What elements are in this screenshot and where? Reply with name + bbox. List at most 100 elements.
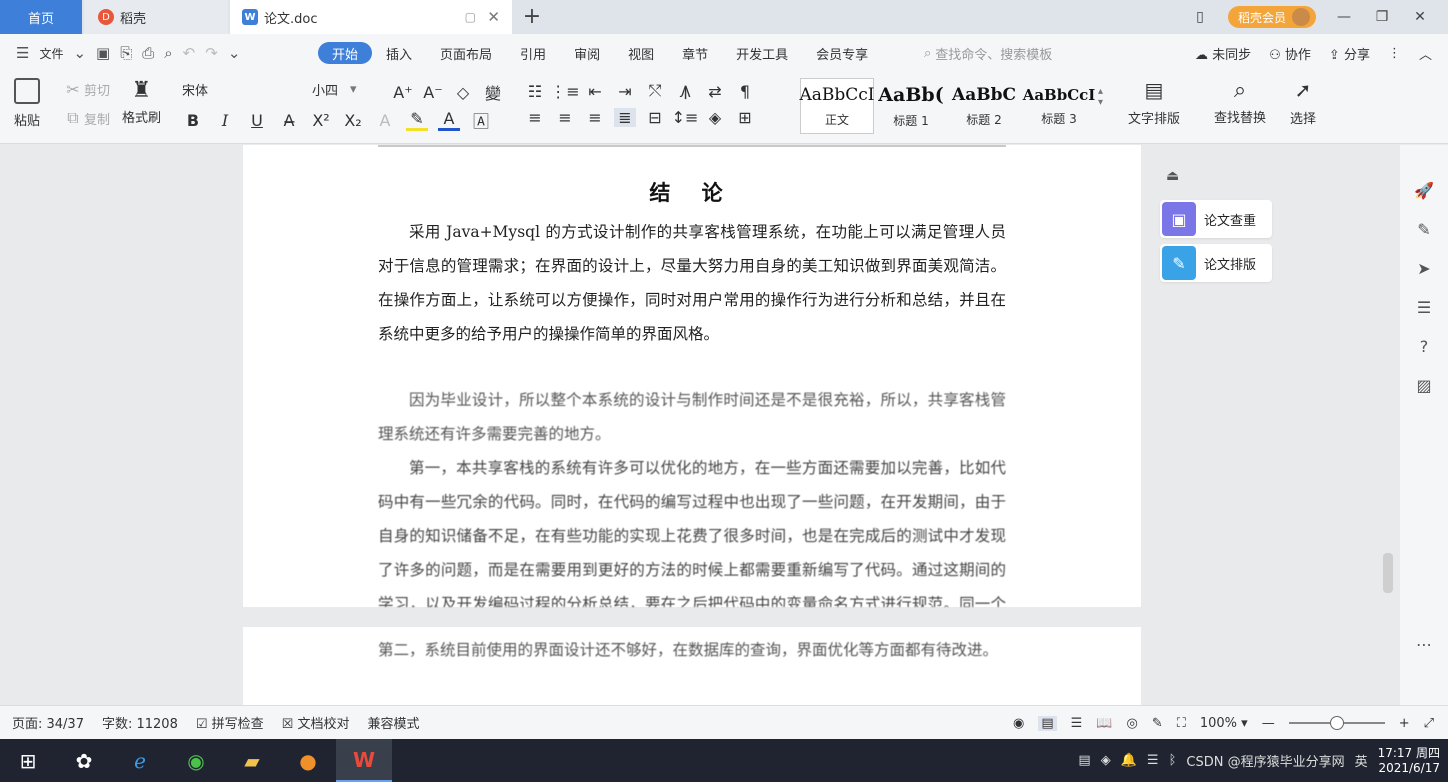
format-painter-button[interactable]: ♜ 格式刷 [122,78,161,126]
increase-indent-icon[interactable]: ⇥ [614,82,636,101]
tray-bell-icon[interactable]: 🔔 [1121,753,1137,768]
tab-references[interactable]: 引用 [506,42,560,64]
bullet-list-icon[interactable]: ☷ [524,82,546,101]
image-icon[interactable]: ▨ [1416,376,1431,395]
outline-view-icon[interactable]: ☰ [1071,716,1083,731]
text-direction-icon[interactable]: Ꙟ [674,80,696,102]
tray-bluetooth-icon[interactable]: ᛒ [1169,753,1177,768]
font-size-select[interactable]: 小四 ▾ [312,80,382,99]
more-options-icon[interactable]: ⋯ [1416,635,1432,654]
ime-indicator[interactable]: 英 [1355,751,1368,770]
pen-icon[interactable]: ✎ [1417,220,1430,239]
hamburger-icon[interactable]: ☰ [16,44,29,62]
styles-more-button[interactable]: ▴ ▾ [1098,86,1103,108]
italic-icon[interactable]: I [214,111,236,130]
thesis-check-button[interactable]: ▣ 论文查重 [1160,200,1272,238]
edit-pen-icon[interactable]: ✎ [1152,716,1163,731]
tab-document[interactable]: W 论文.doc ▢ ✕ [230,0,512,34]
collab-button[interactable]: ⚇ 协作 [1269,44,1311,63]
tab-page-layout[interactable]: 页面布局 [426,42,506,64]
windows-start-icon[interactable]: ⊞ [0,739,56,782]
tab-home[interactable]: 首页 [0,0,82,34]
close-tab-icon[interactable]: ✕ [487,8,500,26]
tab-insert[interactable]: 插入 [372,42,426,64]
zoom-out-button[interactable]: — [1262,716,1275,731]
align-center-icon[interactable]: ≡ [554,108,576,127]
pin-icon[interactable]: ▢ [465,10,476,24]
subscript-icon[interactable]: X₂ [342,111,364,130]
vertical-scrollbar[interactable] [1380,145,1396,705]
page-indicator[interactable]: 页面: 34/37 [12,713,84,732]
wps-taskbar-icon[interactable]: W [336,739,392,782]
style-heading1[interactable]: AaBb( 标题 1 [876,78,946,134]
page-view-icon[interactable]: ▤ [1038,715,1057,731]
tab-review[interactable]: 审阅 [560,42,614,64]
fullscreen-icon[interactable]: ⤢ [1424,716,1434,731]
document-page-next[interactable]: 第二，系统目前使用的界面设计还不够好，在数据库的查询，界面优化等方面都有待改进。 [243,627,1141,705]
redo-icon[interactable]: ↷ [205,44,218,62]
font-color-icon[interactable]: A [438,109,460,131]
minimize-button[interactable]: — [1334,9,1354,25]
file-menu[interactable]: 文件 [39,45,63,62]
print-icon[interactable]: ⎙ [142,44,154,62]
document-page[interactable]: 结 论 采用 Java+Mysql 的方式设计制作的共享客栈管理系统，在功能上可… [243,145,1141,607]
collapse-ribbon-icon[interactable]: ︿ [1419,44,1432,63]
bold-icon[interactable]: B [182,111,204,130]
command-search[interactable]: ⌕ 查找命令、搜索模板 [924,34,1052,72]
save-icon[interactable]: ▣ [96,44,110,62]
app-orange-icon[interactable]: ● [280,739,336,782]
collapse-pane-icon[interactable]: ⏏ [1166,168,1179,184]
zoom-slider-knob[interactable] [1329,716,1344,730]
shading-icon[interactable]: ◈ [704,108,726,127]
style-normal[interactable]: AaBbCcI 正文 [799,78,875,134]
sort-icon[interactable]: ⇄ [704,82,726,101]
font-name-select[interactable]: 宋体 [182,80,292,99]
underline-icon[interactable]: U [246,111,268,130]
tab-view[interactable]: 视图 [614,42,668,64]
align-left-icon[interactable]: ≡ [524,108,546,127]
numbered-list-icon[interactable]: ⋮≡ [550,82,579,101]
ie-browser-icon[interactable]: ℯ [112,739,168,782]
eye-icon[interactable]: ◉ [1013,716,1024,731]
copy-button[interactable]: ⧉ 复制 [62,108,110,128]
line-spacing-icon[interactable]: ↕≡ [672,108,699,127]
tab-member[interactable]: 会员专享 [802,42,882,64]
zoom-in-button[interactable]: + [1399,716,1410,731]
file-explorer-icon[interactable]: ▰ [224,739,280,782]
zoom-slider[interactable] [1288,716,1385,730]
char-border-icon[interactable]: 🄰 [470,108,492,132]
chevron-down-icon[interactable]: ⌄ [73,44,86,62]
tab-developer[interactable]: 开发工具 [722,42,802,64]
undo-icon[interactable]: ↶ [183,44,196,62]
more-chevron-icon[interactable]: ⌄ [228,44,241,62]
more-icon[interactable]: ⋮ [1388,46,1401,61]
cut-button[interactable]: ✂ 剪切 [62,80,110,99]
grow-font-icon[interactable]: A⁺ [392,83,414,102]
member-badge[interactable]: 稻壳会员 [1227,6,1316,28]
app-fan-icon[interactable]: ✿ [56,739,112,782]
phonetic-icon[interactable]: 變 [482,80,504,104]
preview-icon[interactable]: ⌕ [164,44,172,62]
style-heading3[interactable]: AaBbCcI 标题 3 [1022,78,1096,134]
thesis-layout-button[interactable]: ✎ 论文排版 [1160,244,1272,282]
sync-button[interactable]: ☁ 未同步 [1195,44,1251,63]
borders-icon[interactable]: ⊞ [734,108,756,127]
clear-format-icon[interactable]: ◇ [452,83,474,102]
show-marks-icon[interactable]: ¶ [734,82,756,101]
justify-icon[interactable]: ≣ [614,108,636,127]
text-effect-icon[interactable]: A [374,111,396,130]
tray-shield-icon[interactable]: ◈ [1101,753,1111,768]
clock[interactable]: 17:17 周四 2021/6/17 [1378,746,1440,776]
tray-wifi-icon[interactable]: ☰ [1147,753,1159,768]
tray-app-icon[interactable]: ▤ [1078,753,1090,768]
restore-button[interactable]: ❐ [1372,9,1392,25]
settings-sliders-icon[interactable]: ☰ [1417,298,1431,317]
decrease-indent-icon[interactable]: ⇤ [584,82,606,101]
new-tab-button[interactable]: + [520,4,544,29]
web-view-icon[interactable]: ◎ [1126,716,1137,731]
tab-daoke[interactable]: D 稻壳 [84,0,228,34]
word-count[interactable]: 字数: 11208 [102,713,178,732]
browser-green-icon[interactable]: ◉ [168,739,224,782]
zoom-select[interactable]: 100% ▾ [1200,716,1248,731]
style-heading2[interactable]: AaBbC 标题 2 [948,78,1020,134]
